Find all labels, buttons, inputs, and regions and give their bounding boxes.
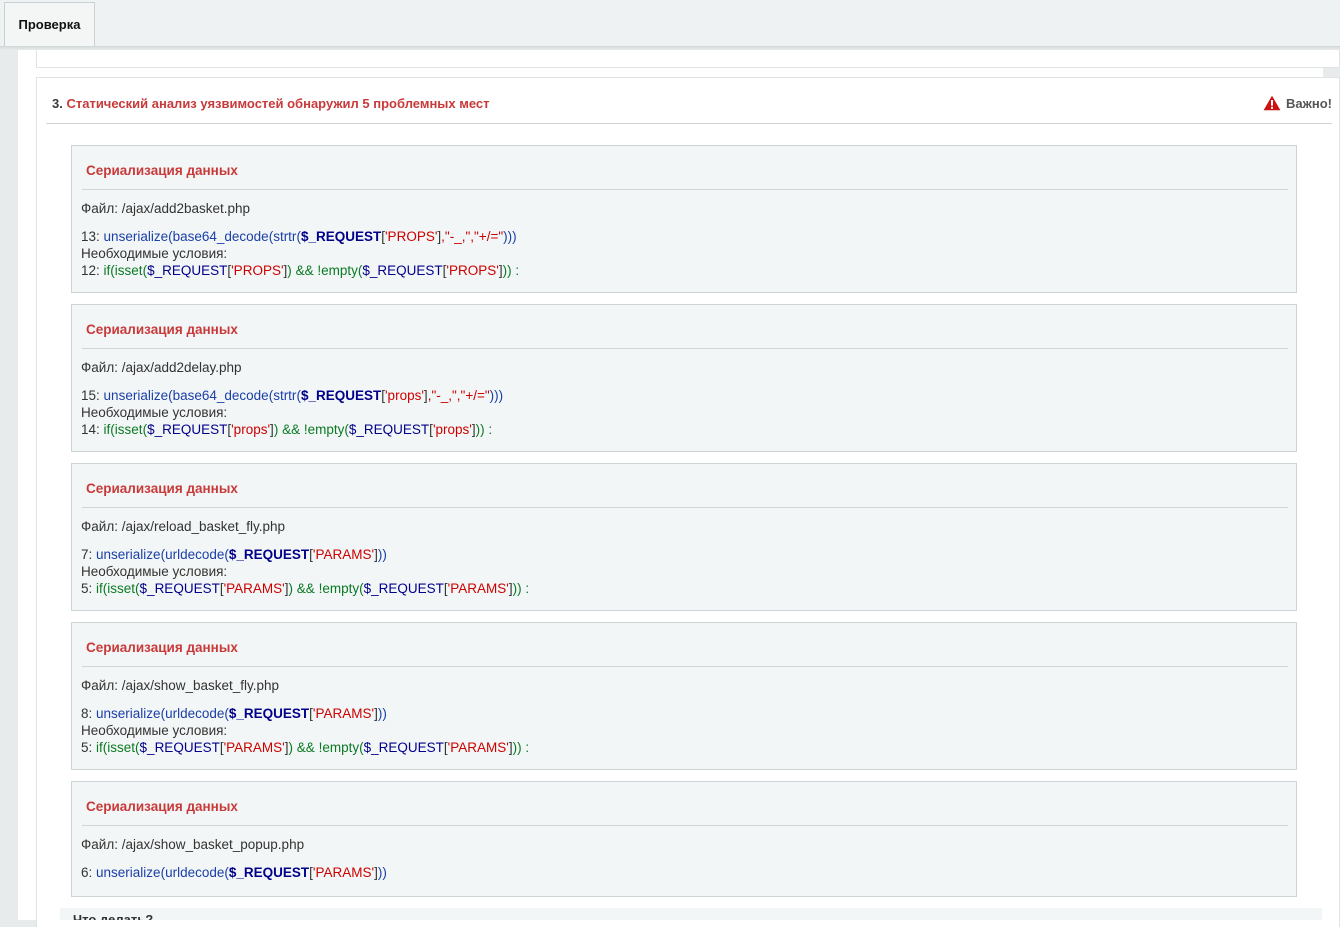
code-line: 15: unserialize(base64_decode(strtr($_RE…	[81, 388, 504, 403]
finding-card: Сериализация данных Файл: /ajax/show_bas…	[71, 781, 1297, 897]
finding-title: Сериализация данных	[86, 799, 238, 814]
condition-line: 5: if(isset($_REQUEST['PARAMS']) && !emp…	[81, 740, 530, 755]
finding-card: Сериализация данных Файл: /ajax/add2bask…	[71, 145, 1297, 293]
finding-file: Файл: /ajax/add2delay.php	[81, 360, 242, 375]
section-title: 3. Статический анализ уязвимостей обнару…	[52, 96, 490, 111]
finding-divider	[82, 507, 1288, 508]
finding-code: 13: unserialize(base64_decode(strtr($_RE…	[81, 228, 519, 279]
code-line: 13: unserialize(base64_decode(strtr($_RE…	[81, 229, 517, 244]
section-header: 3. Статический анализ уязвимостей обнару…	[46, 78, 1332, 124]
finding-file: Файл: /ajax/show_basket_fly.php	[81, 678, 280, 693]
finding-title: Сериализация данных	[86, 322, 238, 337]
conditions-label: Необходимые условия:	[81, 246, 228, 261]
finding-code: 7: unserialize(urldecode($_REQUEST['PARA…	[81, 546, 529, 597]
condition-line: 5: if(isset($_REQUEST['PARAMS']) && !emp…	[81, 581, 530, 596]
finding-card: Сериализация данных Файл: /ajax/show_bas…	[71, 622, 1297, 770]
content-area: 3. Статический анализ уязвимостей обнару…	[18, 50, 1340, 927]
what-to-do-heading: Что делать?	[73, 912, 154, 920]
code-line: 7: unserialize(urldecode($_REQUEST['PARA…	[81, 547, 387, 562]
section-title-text: Статический анализ уязвимостей обнаружил…	[66, 96, 490, 111]
warning-triangle-icon	[1263, 95, 1281, 111]
tab-check[interactable]: Проверка	[4, 2, 95, 46]
finding-card: Сериализация данных Файл: /ajax/reload_b…	[71, 463, 1297, 611]
code-line: 8: unserialize(urldecode($_REQUEST['PARA…	[81, 706, 387, 721]
section-number: 3.	[52, 96, 63, 111]
finding-code: 8: unserialize(urldecode($_REQUEST['PARA…	[81, 705, 529, 756]
finding-card: Сериализация данных Файл: /ajax/add2dela…	[71, 304, 1297, 452]
finding-file: Файл: /ajax/add2basket.php	[81, 201, 251, 216]
condition-line: 14: if(isset($_REQUEST['props']) && !emp…	[81, 422, 493, 437]
condition-line: 12: if(isset($_REQUEST['PROPS']) && !emp…	[81, 263, 520, 278]
finding-divider	[82, 825, 1288, 826]
code-line: 6: unserialize(urldecode($_REQUEST['PARA…	[81, 865, 387, 880]
what-to-do-block: Что делать?	[60, 908, 1322, 920]
finding-code: 15: unserialize(base64_decode(strtr($_RE…	[81, 387, 503, 438]
finding-title: Сериализация данных	[86, 163, 238, 178]
finding-title: Сериализация данных	[86, 640, 238, 655]
important-label: Важно!	[1286, 95, 1332, 111]
finding-file: Файл: /ajax/reload_basket_fly.php	[81, 519, 286, 534]
conditions-label: Необходимые условия:	[81, 723, 228, 738]
tab-bar: Проверка	[0, 0, 1340, 47]
conditions-label: Необходимые условия:	[81, 405, 228, 420]
finding-divider	[82, 348, 1288, 349]
finding-divider	[82, 189, 1288, 190]
finding-title: Сериализация данных	[86, 481, 238, 496]
finding-code: 6: unserialize(urldecode($_REQUEST['PARA…	[81, 864, 387, 881]
finding-divider	[82, 666, 1288, 667]
previous-section	[36, 50, 1340, 68]
conditions-label: Необходимые условия:	[81, 564, 228, 579]
finding-file: Файл: /ajax/show_basket_popup.php	[81, 837, 305, 852]
important-badge: Важно!	[1263, 95, 1332, 111]
